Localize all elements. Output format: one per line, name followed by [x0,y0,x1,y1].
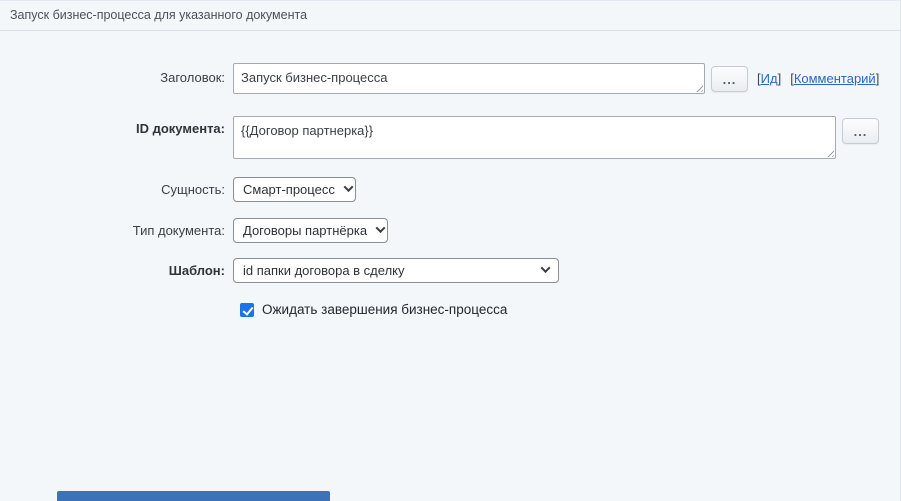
template-select[interactable]: id папки договора в сделку [233,258,559,283]
bottom-blue-bar[interactable] [57,491,330,501]
document-type-field-label: Тип документа: [0,218,233,243]
document-id-field-label: ID документа: [0,116,233,136]
entity-field-row: Сущность: Смарт-процесс [0,177,356,202]
comment-link[interactable]: [Комментарий] [790,71,879,86]
document-id-more-button[interactable]: ... [842,118,879,144]
id-link[interactable]: [Ид] [757,71,781,86]
chevron-down-icon [541,263,551,273]
template-field-label: Шаблон: [0,258,233,283]
title-more-button[interactable]: ... [711,66,748,92]
chevron-down-icon [343,182,353,192]
title-field-label: Заголовок: [0,63,233,93]
document-type-select[interactable]: Договоры партнёрка [233,218,388,243]
chevron-down-icon [376,223,386,233]
document-type-field-row: Тип документа: Договоры партнёрка [0,218,388,243]
template-field-row: Шаблон: id папки договора в сделку [0,258,559,283]
title-input[interactable]: Запуск бизнес-процесса [233,63,705,94]
document-type-select-value: Договоры партнёрка [243,223,367,238]
document-id-textarea-wrap: {{Договор партнерка}} [233,116,836,159]
dialog-title: Запуск бизнес-процесса для указанного до… [0,1,900,31]
title-textarea-wrap: Запуск бизнес-процесса [233,63,705,94]
document-id-input[interactable]: {{Договор партнерка}} [233,116,836,159]
template-select-value: id папки договора в сделку [243,263,404,278]
document-id-field-row: ID документа: {{Договор партнерка}} ... [0,116,879,159]
wait-checkbox-row: Ожидать завершения бизнес-процесса [240,302,507,317]
wait-checkbox[interactable] [240,303,254,317]
title-field-row: Заголовок: Запуск бизнес-процесса ... [И… [0,63,879,94]
entity-select[interactable]: Смарт-процесс [233,177,356,202]
business-process-dialog: Запуск бизнес-процесса для указанного до… [0,0,901,501]
entity-select-value: Смарт-процесс [243,182,335,197]
wait-checkbox-label: Ожидать завершения бизнес-процесса [262,302,507,317]
title-field-links: [Ид] [Комментарий] [757,63,879,93]
entity-field-label: Сущность: [0,177,233,202]
